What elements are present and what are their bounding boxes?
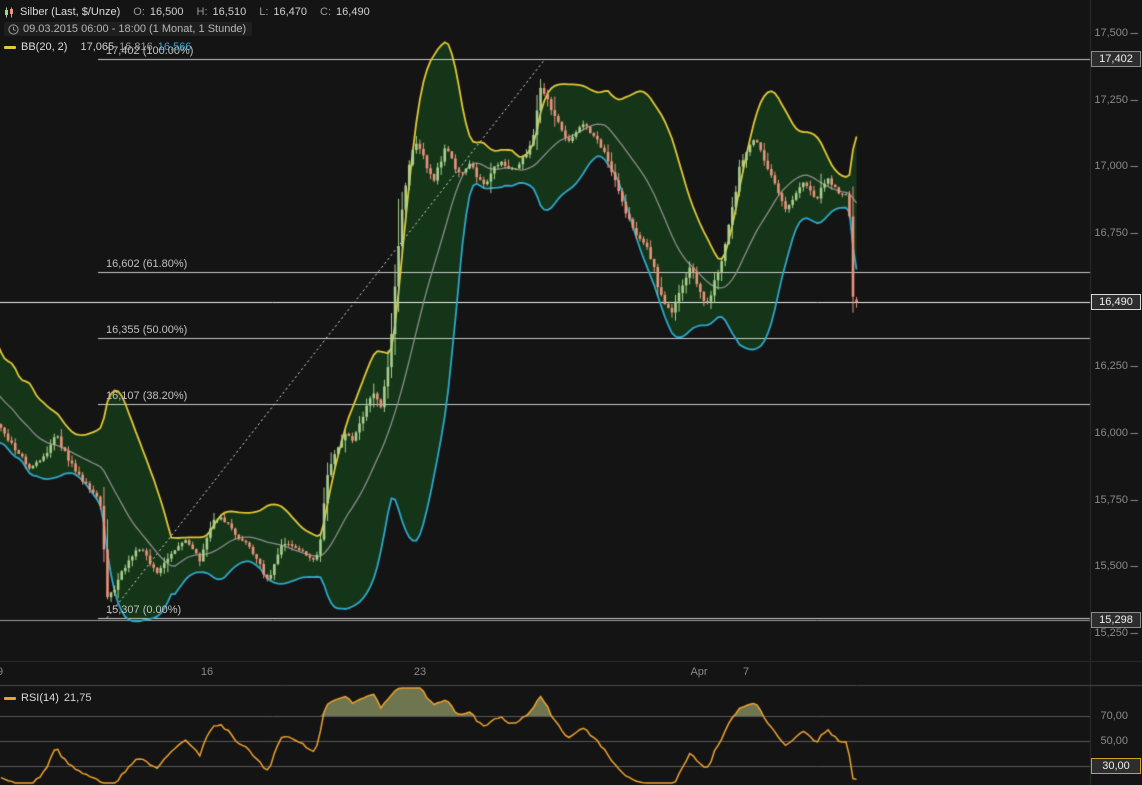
close-label: C: (320, 6, 331, 18)
chart-window: Silber (Last, $/Unze) O: 16,500 H: 16,51… (0, 0, 1142, 785)
bollinger-name: BB(20, 2) (21, 41, 67, 53)
close-value: 16,490 (336, 6, 370, 18)
price-chart-canvas[interactable] (0, 0, 1142, 785)
low-value: 16,470 (273, 6, 307, 18)
rsi-value: 21,75 (64, 692, 92, 704)
instrument-name: Silber (Last, $/Unze) (20, 6, 120, 18)
instrument-legend: Silber (Last, $/Unze) O: 16,500 H: 16,51… (4, 6, 370, 18)
high-label: H: (197, 6, 208, 18)
rsi-icon (4, 697, 16, 700)
open-label: O: (133, 6, 145, 18)
timeframe-control[interactable]: 09.03.2015 06:00 - 18:00 (1 Monat, 1 Stu… (4, 22, 252, 36)
bollinger-upper-value: 17,065 (80, 41, 114, 53)
clock-icon (8, 24, 19, 35)
rsi-legend[interactable]: RSI(14) 21,75 (4, 692, 91, 704)
open-value: 16,500 (150, 6, 184, 18)
timeframe-text: 09.03.2015 06:00 - 18:00 (1 Monat, 1 Stu… (23, 23, 246, 35)
low-label: L: (259, 6, 268, 18)
rsi-name: RSI(14) (21, 692, 59, 704)
high-value: 16,510 (213, 6, 247, 18)
bollinger-middle-value: 16,816 (119, 41, 153, 53)
bollinger-icon (4, 46, 16, 49)
candlestick-icon (4, 7, 15, 18)
bollinger-legend[interactable]: BB(20, 2) 17,065 16,816 16,566 (4, 41, 191, 53)
bollinger-lower-value: 16,566 (158, 41, 192, 53)
